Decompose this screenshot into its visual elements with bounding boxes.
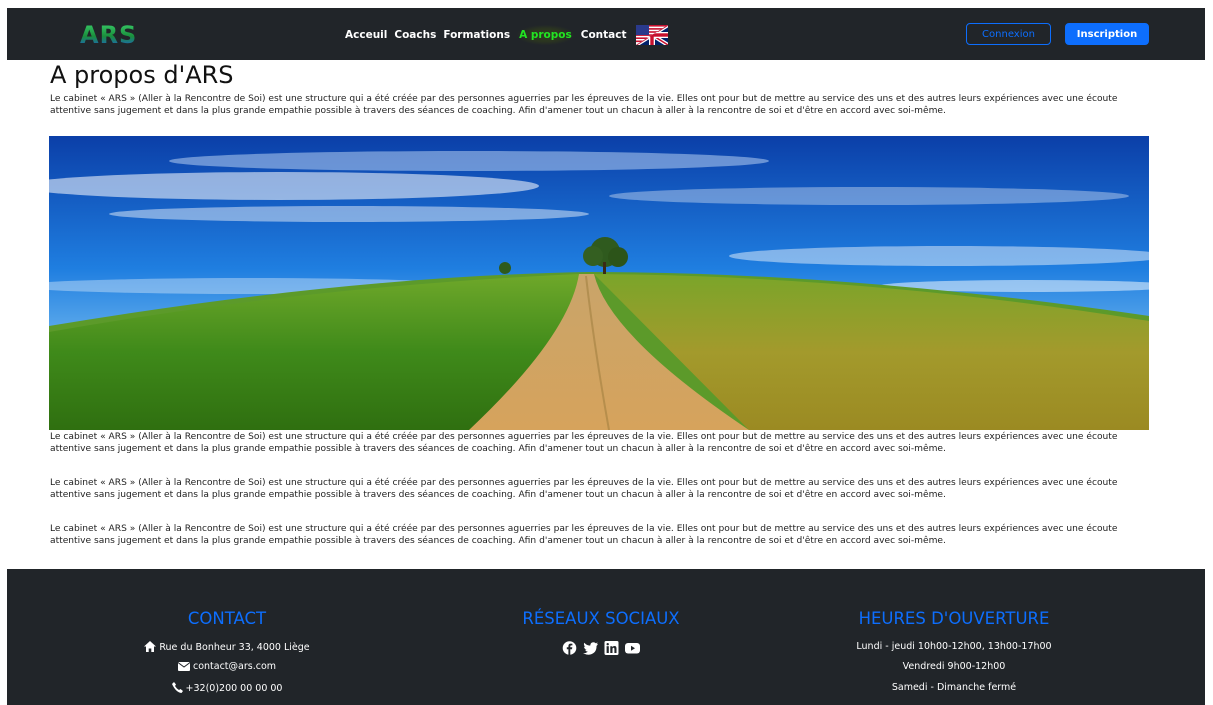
address-line: Rue du Bonheur 33, 4000 Liège	[122, 641, 332, 655]
phone-icon	[171, 682, 183, 696]
hours-line-3: Samedi - Dimanche fermé	[891, 682, 1017, 693]
email-text[interactable]: contact@ars.com	[193, 661, 276, 672]
logo[interactable]: ARS	[80, 22, 137, 48]
contact-heading: CONTACT	[187, 609, 267, 628]
navbar: ARS Acceuil Coachs Formations A propos C…	[7, 8, 1205, 60]
twitter-icon[interactable]	[583, 640, 598, 655]
body-paragraph-3: Le cabinet « ARS » (Aller à la Rencontre…	[50, 524, 1118, 546]
footer: CONTACT Rue du Bonheur 33, 4000 Liège co…	[7, 569, 1205, 705]
social-icons	[491, 640, 711, 655]
address-text: Rue du Bonheur 33, 4000 Liège	[159, 642, 310, 653]
nav-link-coachs[interactable]: Coachs	[394, 29, 436, 41]
hours-line-2: Vendredi 9h00-12h00	[902, 661, 1006, 672]
email-line: contact@ars.com	[122, 661, 332, 674]
social-heading: RÉSEAUX SOCIAUX	[522, 609, 680, 628]
body-paragraph-1: Le cabinet « ARS » (Aller à la Rencontre…	[50, 432, 1118, 454]
page-title: A propos d'ARS	[50, 61, 234, 89]
hours-line-1: Lundi - jeudi 10h00-12h00, 13h00-17h00	[856, 641, 1052, 652]
login-button[interactable]: Connexion	[966, 23, 1051, 45]
nav-link-a-propos[interactable]: A propos	[517, 25, 574, 45]
intro-paragraph: Le cabinet « ARS » (Aller à la Rencontre…	[50, 94, 1118, 116]
body-paragraph-2: Le cabinet « ARS » (Aller à la Rencontre…	[50, 478, 1118, 500]
youtube-icon[interactable]	[625, 640, 640, 654]
phone-text: +32(0)200 00 00 00	[185, 683, 283, 694]
nav-links: Acceuil Coachs Formations A propos Conta…	[345, 25, 668, 45]
phone-line: +32(0)200 00 00 00	[122, 682, 332, 696]
signup-button[interactable]: Inscription	[1065, 23, 1149, 45]
page-margin	[0, 0, 7, 705]
hours-heading: HEURES D'OUVERTURE	[858, 609, 1050, 628]
nav-link-acceuil[interactable]: Acceuil	[345, 29, 387, 41]
nav-link-formations[interactable]: Formations	[443, 29, 510, 41]
facebook-icon[interactable]	[562, 640, 577, 655]
hero-landscape-image	[49, 136, 1149, 430]
language-flag-icon[interactable]	[635, 25, 668, 45]
linkedin-icon[interactable]	[604, 640, 619, 655]
nav-link-contact[interactable]: Contact	[581, 29, 627, 41]
envelope-icon	[177, 662, 191, 674]
home-icon	[144, 641, 157, 655]
